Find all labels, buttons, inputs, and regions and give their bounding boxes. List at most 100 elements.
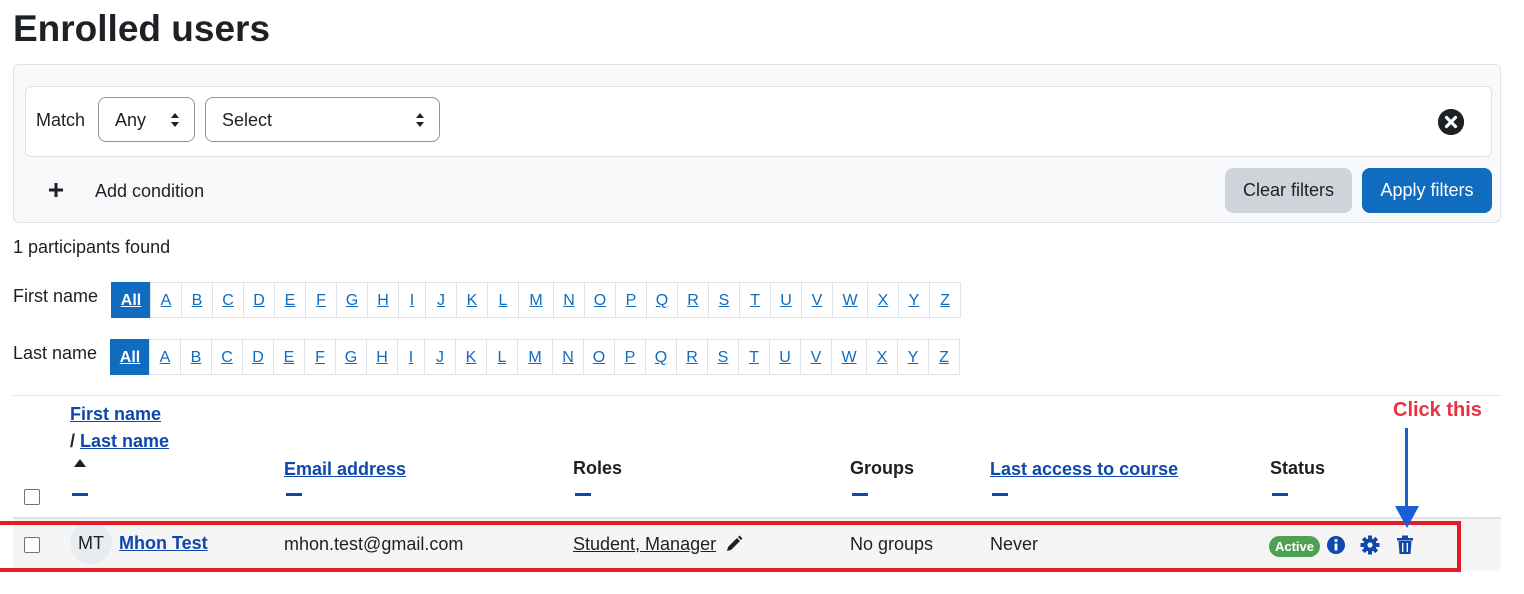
- first-name-initial-a[interactable]: A: [150, 282, 182, 318]
- first-name-initial-o[interactable]: O: [584, 282, 616, 318]
- sort-ascending-icon: [74, 459, 86, 467]
- last-name-initial-s[interactable]: S: [707, 339, 739, 375]
- first-name-initials-label: First name: [13, 286, 99, 306]
- column-header-last-access: Last access to course: [990, 459, 1178, 480]
- last-name-initial-j[interactable]: J: [424, 339, 456, 375]
- first-name-initial-k[interactable]: K: [456, 282, 488, 318]
- first-name-initial-u[interactable]: U: [770, 282, 802, 318]
- first-name-initials-bar: All A B C D E F G H I J K L M N O P Q R S T U V W X Y Z: [111, 282, 961, 318]
- collapse-column-status[interactable]: [1272, 493, 1288, 496]
- last-name-initials-label: Last name: [13, 343, 98, 363]
- annotation-arrow-shaft: [1405, 428, 1408, 508]
- collapse-column-last-access[interactable]: [992, 493, 1008, 496]
- first-name-initial-q[interactable]: Q: [646, 282, 678, 318]
- condition-type-select[interactable]: Select: [205, 97, 440, 142]
- last-name-initial-d[interactable]: D: [242, 339, 274, 375]
- remove-condition-button[interactable]: [1438, 109, 1464, 135]
- last-name-initial-t[interactable]: T: [738, 339, 770, 375]
- last-name-initial-m[interactable]: M: [517, 339, 553, 375]
- sort-email-link[interactable]: Email address: [284, 459, 406, 479]
- apply-filters-button[interactable]: Apply filters: [1362, 168, 1492, 213]
- condition-type-select-value: Select: [222, 110, 273, 130]
- annotation-label: Click this: [1393, 399, 1482, 421]
- select-caret-icon: [416, 113, 424, 127]
- first-name-initial-l[interactable]: L: [487, 282, 519, 318]
- last-name-initial-l[interactable]: L: [486, 339, 518, 375]
- last-name-initial-n[interactable]: N: [552, 339, 584, 375]
- add-condition-button[interactable]: Add condition: [95, 181, 204, 202]
- first-name-initial-d[interactable]: D: [243, 282, 275, 318]
- name-separator: /: [70, 431, 76, 451]
- last-name-initial-g[interactable]: G: [335, 339, 367, 375]
- last-name-initial-k[interactable]: K: [455, 339, 487, 375]
- last-name-initial-r[interactable]: R: [676, 339, 708, 375]
- last-name-initial-u[interactable]: U: [769, 339, 801, 375]
- last-name-initial-q[interactable]: Q: [645, 339, 677, 375]
- match-select[interactable]: Any: [98, 97, 195, 142]
- sort-last-name-link[interactable]: Last name: [80, 431, 169, 451]
- last-name-initial-c[interactable]: C: [211, 339, 243, 375]
- first-name-initial-s[interactable]: S: [708, 282, 740, 318]
- sort-first-name-link[interactable]: First name: [70, 404, 161, 424]
- column-header-groups: Groups: [850, 458, 915, 478]
- collapse-column-email[interactable]: [286, 493, 302, 496]
- first-name-initial-x[interactable]: X: [867, 282, 899, 318]
- match-label: Match: [36, 110, 86, 130]
- column-header-lastname: / Last name: [70, 431, 169, 452]
- annotation-arrow-head: [1395, 506, 1419, 528]
- first-name-initial-e[interactable]: E: [274, 282, 306, 318]
- last-name-initial-a[interactable]: A: [149, 339, 181, 375]
- select-caret-icon: [171, 113, 179, 127]
- collapse-column-roles[interactable]: [575, 493, 591, 496]
- page-title: Enrolled users: [13, 8, 271, 49]
- table-top-border: [13, 395, 1501, 396]
- last-name-initials-bar: All A B C D E F G H I J K L M N O P Q R S T U V W X Y Z: [110, 339, 960, 375]
- last-name-initial-z[interactable]: Z: [928, 339, 960, 375]
- match-select-value: Any: [115, 110, 147, 130]
- first-name-initial-r[interactable]: R: [677, 282, 709, 318]
- filter-condition-row: Match Any Select: [25, 86, 1492, 157]
- sort-last-access-link[interactable]: Last access to course: [990, 459, 1178, 479]
- collapse-column-name[interactable]: [72, 493, 88, 496]
- first-name-initial-n[interactable]: N: [553, 282, 585, 318]
- first-name-initial-w[interactable]: W: [832, 282, 868, 318]
- highlight-box: [0, 521, 1461, 572]
- clear-filters-button[interactable]: Clear filters: [1225, 168, 1352, 213]
- column-header-roles: Roles: [573, 458, 623, 478]
- last-name-initial-all[interactable]: All: [110, 339, 150, 375]
- column-header-email: Email address: [284, 459, 406, 480]
- collapse-column-groups[interactable]: [852, 493, 868, 496]
- first-name-initial-h[interactable]: H: [367, 282, 399, 318]
- first-name-initial-z[interactable]: Z: [929, 282, 961, 318]
- last-name-initial-y[interactable]: Y: [897, 339, 929, 375]
- last-name-initial-o[interactable]: O: [583, 339, 615, 375]
- first-name-initial-b[interactable]: B: [181, 282, 213, 318]
- last-name-initial-i[interactable]: I: [397, 339, 425, 375]
- filter-panel: Match Any Select Add condition Clear fil…: [13, 64, 1501, 223]
- first-name-initial-m[interactable]: M: [518, 282, 554, 318]
- last-name-initial-h[interactable]: H: [366, 339, 398, 375]
- first-name-initial-p[interactable]: P: [615, 282, 647, 318]
- last-name-initial-w[interactable]: W: [831, 339, 867, 375]
- first-name-initial-j[interactable]: J: [425, 282, 457, 318]
- plus-icon[interactable]: [48, 182, 64, 198]
- last-name-initial-b[interactable]: B: [180, 339, 212, 375]
- column-header-status: Status: [1270, 458, 1326, 478]
- first-name-initial-c[interactable]: C: [212, 282, 244, 318]
- first-name-initial-i[interactable]: I: [398, 282, 426, 318]
- first-name-initial-y[interactable]: Y: [898, 282, 930, 318]
- close-circle-icon: [1438, 109, 1464, 135]
- last-name-initial-x[interactable]: X: [866, 339, 898, 375]
- select-all-checkbox[interactable]: [24, 489, 40, 505]
- first-name-initial-g[interactable]: G: [336, 282, 368, 318]
- participants-count: 1 participants found: [13, 237, 171, 257]
- column-header-name: First name: [70, 404, 161, 425]
- last-name-initial-v[interactable]: V: [800, 339, 832, 375]
- first-name-initial-all[interactable]: All: [111, 282, 151, 318]
- last-name-initial-p[interactable]: P: [614, 339, 646, 375]
- first-name-initial-t[interactable]: T: [739, 282, 771, 318]
- first-name-initial-v[interactable]: V: [801, 282, 833, 318]
- last-name-initial-e[interactable]: E: [273, 339, 305, 375]
- first-name-initial-f[interactable]: F: [305, 282, 337, 318]
- last-name-initial-f[interactable]: F: [304, 339, 336, 375]
